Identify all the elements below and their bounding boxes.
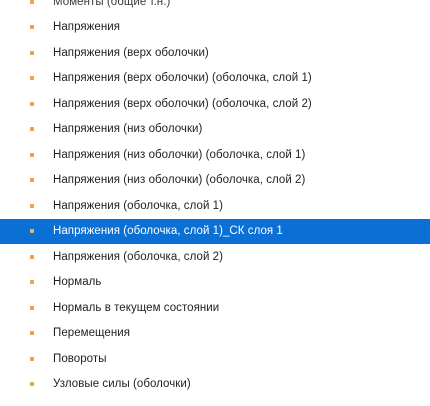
- bullet-icon: [30, 101, 34, 106]
- tree-item-label: Нормаль: [53, 276, 102, 289]
- tree-item-label: Моменты (общие т.н.): [53, 0, 171, 8]
- tree-item-label: Узловые силы (оболочки): [53, 378, 191, 391]
- bullet-icon: [30, 305, 34, 310]
- bullet-icon: [30, 152, 34, 157]
- tree-item-stresses-bottom-layer-2[interactable]: Напряжения (низ оболочки) (оболочка, сло…: [0, 168, 430, 194]
- bullet-icon: [30, 50, 34, 55]
- tree-item-moments[interactable]: Моменты (общие т.н.): [0, 0, 430, 15]
- tree-item-label: Перемещения: [53, 327, 131, 340]
- tree-item-stresses-layer-1-cs-layer-1[interactable]: Напряжения (оболочка, слой 1)_СК слоя 1: [0, 218, 430, 244]
- tree-item-label: Напряжения (верх оболочки): [53, 46, 209, 59]
- tree-item-stresses-bottom-layer-1[interactable]: Напряжения (низ оболочки) (оболочка, сло…: [0, 142, 430, 168]
- tree-item-normal[interactable]: Нормаль: [0, 270, 430, 296]
- tree-item-stresses-layer-2[interactable]: Напряжения (оболочка, слой 2): [0, 244, 430, 270]
- tree-item-stresses[interactable]: Напряжения: [0, 15, 430, 41]
- bullet-icon: [30, 178, 34, 183]
- bullet-icon: [30, 356, 34, 361]
- bullet-icon: [30, 25, 34, 30]
- tree-item-stresses-top[interactable]: Напряжения (верх оболочки): [0, 40, 430, 66]
- tree-item-rotations[interactable]: Повороты: [0, 346, 430, 372]
- tree-item-stresses-bottom[interactable]: Напряжения (низ оболочки): [0, 117, 430, 143]
- tree-item-label: Напряжения (оболочка, слой 1)_СК слоя 1: [53, 225, 283, 238]
- tree-item-label: Напряжения: [53, 21, 121, 34]
- bullet-icon: [30, 127, 34, 132]
- tree-item-label: Повороты: [53, 352, 107, 365]
- tree-item-label: Напряжения (низ оболочки) (оболочка, сло…: [53, 174, 306, 187]
- bullet-icon: [30, 280, 34, 285]
- bullet-icon: [30, 382, 34, 387]
- bullet-icon: [30, 254, 34, 259]
- tree-item-normal-current-state[interactable]: Нормаль в текущем состоянии: [0, 295, 430, 321]
- bullet-icon: [30, 331, 34, 336]
- bullet-icon: [30, 203, 34, 208]
- tree-item-stresses-top-layer-1[interactable]: Напряжения (верх оболочки) (оболочка, сл…: [0, 66, 430, 92]
- tree-item-label: Напряжения (верх оболочки) (оболочка, сл…: [53, 72, 312, 85]
- tree-item-label: Напряжения (оболочка, слой 1): [53, 199, 223, 212]
- tree-item-label: Нормаль в текущем состоянии: [53, 301, 220, 314]
- tree-item-label: Напряжения (оболочка, слой 2): [53, 250, 223, 263]
- tree-item-displacements[interactable]: Перемещения: [0, 321, 430, 347]
- tree-item-stresses-top-layer-2[interactable]: Напряжения (верх оболочки) (оболочка, сл…: [0, 91, 430, 117]
- results-tree-list: Моменты (общие т.н.) Напряжения Напряжен…: [0, 0, 430, 397]
- tree-item-label: Напряжения (низ оболочки): [53, 123, 203, 136]
- tree-item-stresses-layer-1[interactable]: Напряжения (оболочка, слой 1): [0, 193, 430, 219]
- bullet-icon: [30, 0, 34, 4]
- tree-item-label: Напряжения (низ оболочки) (оболочка, сло…: [53, 148, 306, 161]
- bullet-icon: [30, 76, 34, 81]
- tree-item-label: Напряжения (верх оболочки) (оболочка, сл…: [53, 97, 312, 110]
- tree-item-nodal-forces-shell[interactable]: Узловые силы (оболочки): [0, 372, 430, 398]
- bullet-icon: [30, 229, 34, 234]
